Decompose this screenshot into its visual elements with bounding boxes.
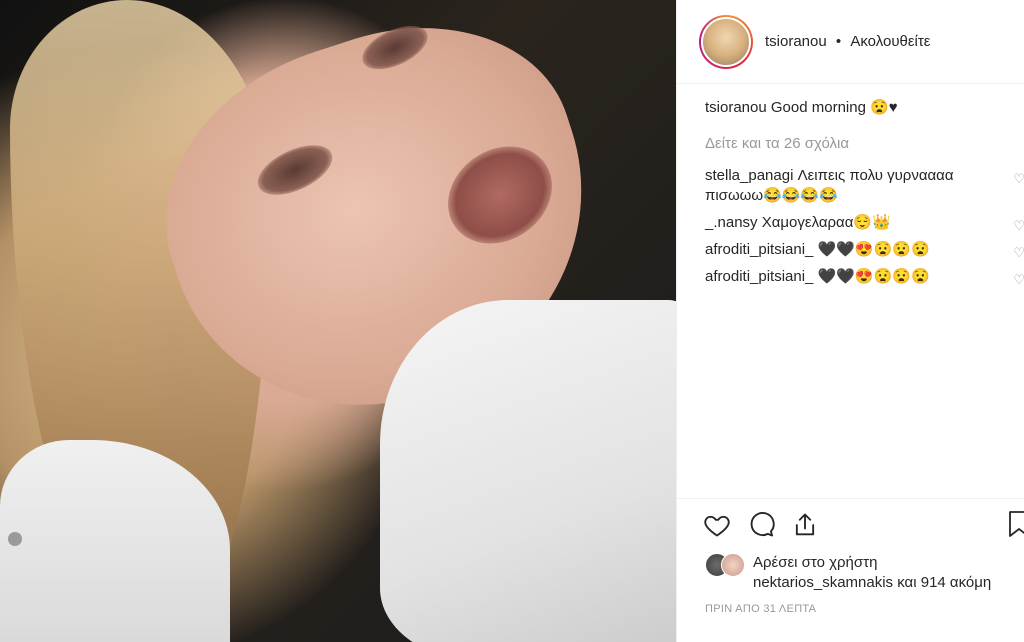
comment-username[interactable]: _.nansy: [705, 214, 758, 231]
header-text: tsioranou • Ακολουθείτε: [765, 33, 931, 50]
liker-avatar: [721, 553, 745, 577]
likes-line: Αρέσει στο χρήστη: [753, 554, 878, 571]
comment-text: 🖤🖤😍😧😧😧: [817, 268, 930, 285]
instagram-post: tsioranou • Ακολουθείτε tsioranou Good m…: [0, 0, 1024, 642]
comment-item: afroditi_pitsiani_ 🖤🖤😍😧😧😧 ♡: [705, 240, 1024, 260]
follow-button[interactable]: Ακολουθείτε: [850, 33, 930, 50]
heart-icon[interactable]: [703, 511, 731, 539]
comment-like-icon[interactable]: ♡: [1013, 216, 1024, 236]
separator-dot: •: [835, 33, 842, 50]
comment-text: Χαμογελαραα😌👑: [761, 214, 891, 231]
likes-summary: Αρέσει στο χρήστη nektarios_skamnakis κα…: [677, 541, 1024, 593]
author-username[interactable]: tsioranou: [765, 33, 827, 50]
comment-like-icon[interactable]: ♡: [1013, 243, 1024, 263]
caption-text: Good morning 😧♥: [770, 99, 898, 116]
liker-avatars: [705, 553, 747, 577]
author-avatar[interactable]: [699, 14, 753, 69]
comment-text: 🖤🖤😍😧😧😧: [817, 241, 930, 258]
post-caption: tsioranou Good morning 😧♥: [705, 98, 1024, 118]
comment-like-icon[interactable]: ♡: [1013, 270, 1024, 290]
comment-username[interactable]: stella_panagi: [705, 167, 793, 184]
action-icons: [677, 499, 1024, 541]
comment-icon[interactable]: [747, 511, 775, 539]
comment-username[interactable]: afroditi_pitsiani_: [705, 268, 813, 285]
view-all-comments-link[interactable]: Δείτε και τα 26 σχόλια: [705, 134, 1024, 154]
likes-count[interactable]: και 914 ακόμη: [897, 574, 991, 591]
bookmark-icon[interactable]: [1009, 511, 1024, 537]
photo-cuff-button: [8, 532, 22, 546]
avatar-image: [701, 16, 751, 67]
share-icon[interactable]: [791, 511, 819, 539]
post-timestamp[interactable]: ΠΡΙΝ ΑΠΟ 31 ΛΕΠΤΑ: [677, 593, 1024, 615]
post-sidebar: tsioranou • Ακολουθείτε tsioranou Good m…: [676, 0, 1024, 642]
comment-like-icon[interactable]: ♡: [1013, 169, 1024, 189]
post-photo[interactable]: [0, 0, 676, 642]
comment-item: afroditi_pitsiani_ 🖤🖤😍😧😧😧 ♡: [705, 267, 1024, 287]
liker-username[interactable]: nektarios_skamnakis: [753, 574, 893, 591]
post-actions: Αρέσει στο χρήστη nektarios_skamnakis κα…: [677, 498, 1024, 615]
comment-username[interactable]: afroditi_pitsiani_: [705, 241, 813, 258]
comments-section: tsioranou Good morning 😧♥ Δείτε και τα 2…: [677, 84, 1024, 287]
photo-shirt: [380, 300, 676, 642]
post-header: tsioranou • Ακολουθείτε: [677, 0, 1024, 84]
caption-username[interactable]: tsioranou: [705, 99, 767, 116]
comment-item: _.nansy Χαμογελαραα😌👑 ♡: [705, 213, 1024, 233]
comment-item: stella_panagi Λειπεις πολυ γυρναααα πισω…: [705, 166, 1024, 206]
likes-text: Αρέσει στο χρήστη nektarios_skamnakis κα…: [753, 553, 991, 593]
